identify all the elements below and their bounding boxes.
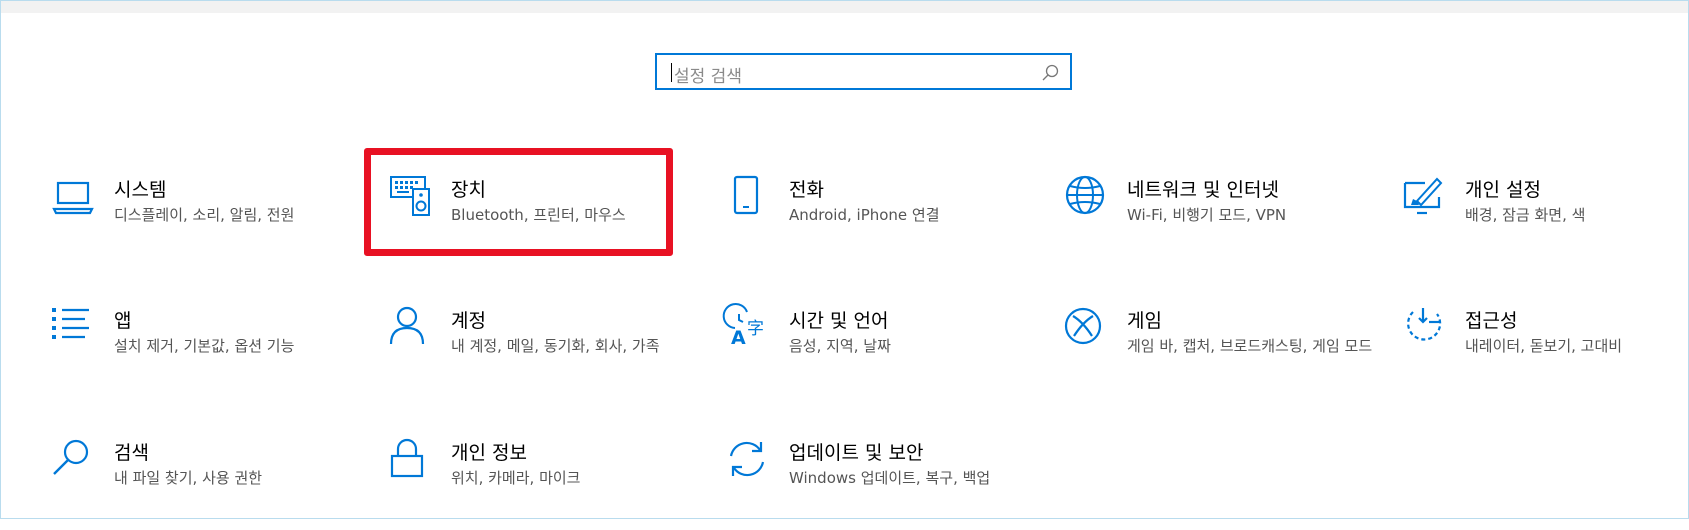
tile-title: 접근성	[1465, 310, 1518, 332]
tile-title: 시간 및 언어	[789, 310, 889, 332]
tile-description: 음성, 지역, 날짜	[789, 337, 891, 355]
search-input[interactable]: 설정 검색	[674, 62, 742, 87]
tile-update-security[interactable]: 업데이트 및 보안 Windows 업데이트, 복구, 백업	[727, 440, 1057, 530]
tile-title: 시스템	[114, 179, 167, 201]
phone-icon	[733, 175, 759, 215]
laptop-icon	[52, 181, 94, 215]
personalization-icon	[1403, 177, 1443, 215]
update-sync-icon	[729, 441, 765, 477]
tile-personalization[interactable]: 개인 설정 배경, 잠금 화면, 색	[1403, 177, 1689, 267]
tile-title: 검색	[114, 442, 149, 464]
tile-description: 내레이터, 돋보기, 고대비	[1465, 337, 1623, 355]
tile-title: 계정	[451, 310, 486, 332]
tile-apps[interactable]: 앱 설치 제거, 기본값, 옵션 기능	[52, 308, 382, 398]
tile-description: 내 계정, 메일, 동기화, 회사, 가족	[451, 337, 660, 355]
search-box[interactable]: 설정 검색	[655, 53, 1072, 90]
tile-accounts[interactable]: 계정 내 계정, 메일, 동기화, 회사, 가족	[389, 306, 719, 398]
tile-title: 앱	[114, 310, 132, 332]
tile-description: Wi-Fi, 비행기 모드, VPN	[1127, 206, 1287, 224]
tile-description: 디스플레이, 소리, 알림, 전원	[114, 206, 295, 224]
tile-description: 설치 제거, 기본값, 옵션 기능	[114, 337, 295, 355]
tile-description: Windows 업데이트, 복구, 백업	[789, 469, 991, 487]
tile-network[interactable]: 네트워크 및 인터넷 Wi-Fi, 비행기 모드, VPN	[1065, 175, 1395, 267]
globe-icon	[1065, 175, 1105, 215]
person-icon	[389, 306, 425, 345]
tile-system[interactable]: 시스템 디스플레이, 소리, 알림, 전원	[52, 177, 382, 267]
svg-text:A: A	[731, 327, 746, 349]
tile-accessibility[interactable]: 접근성 내레이터, 돋보기, 고대비	[1403, 308, 1689, 398]
tile-description: Android, iPhone 연결	[789, 206, 940, 224]
tile-title: 게임	[1127, 310, 1162, 332]
tile-search[interactable]: 검색 내 파일 찾기, 사용 권한	[52, 439, 382, 530]
tile-description: 게임 바, 캡처, 브로드캐스팅, 게임 모드	[1127, 337, 1373, 355]
search-icon	[53, 439, 89, 475]
accessibility-icon	[1407, 308, 1442, 341]
search-icon[interactable]	[1040, 63, 1060, 83]
tile-phone[interactable]: 전화 Android, iPhone 연결	[727, 175, 1057, 267]
tile-title: 업데이트 및 보안	[789, 442, 924, 464]
tile-description: 위치, 카메라, 마이크	[451, 469, 581, 487]
tile-description: 배경, 잠금 화면, 색	[1465, 206, 1586, 224]
tile-title: 전화	[789, 179, 824, 201]
time-language-icon: A 字	[722, 303, 764, 349]
tile-title: 개인 설정	[1465, 179, 1541, 201]
svg-text:字: 字	[747, 319, 764, 339]
lock-icon	[390, 438, 424, 478]
apps-list-icon	[52, 308, 89, 339]
tile-privacy[interactable]: 개인 정보 위치, 카메라, 마이크	[389, 438, 719, 530]
tile-time-language[interactable]: A 字 시간 및 언어 음성, 지역, 날짜	[722, 303, 1057, 398]
tile-gaming[interactable]: 게임 게임 바, 캡처, 브로드캐스팅, 게임 모드	[1064, 307, 1395, 398]
tile-title: 개인 정보	[451, 442, 527, 464]
title-strip	[1, 1, 1688, 13]
tile-description: 내 파일 찾기, 사용 권한	[114, 469, 263, 487]
highlight-box	[364, 148, 673, 256]
text-caret	[671, 63, 672, 82]
xbox-icon	[1064, 307, 1102, 345]
tile-title: 네트워크 및 인터넷	[1127, 179, 1279, 201]
